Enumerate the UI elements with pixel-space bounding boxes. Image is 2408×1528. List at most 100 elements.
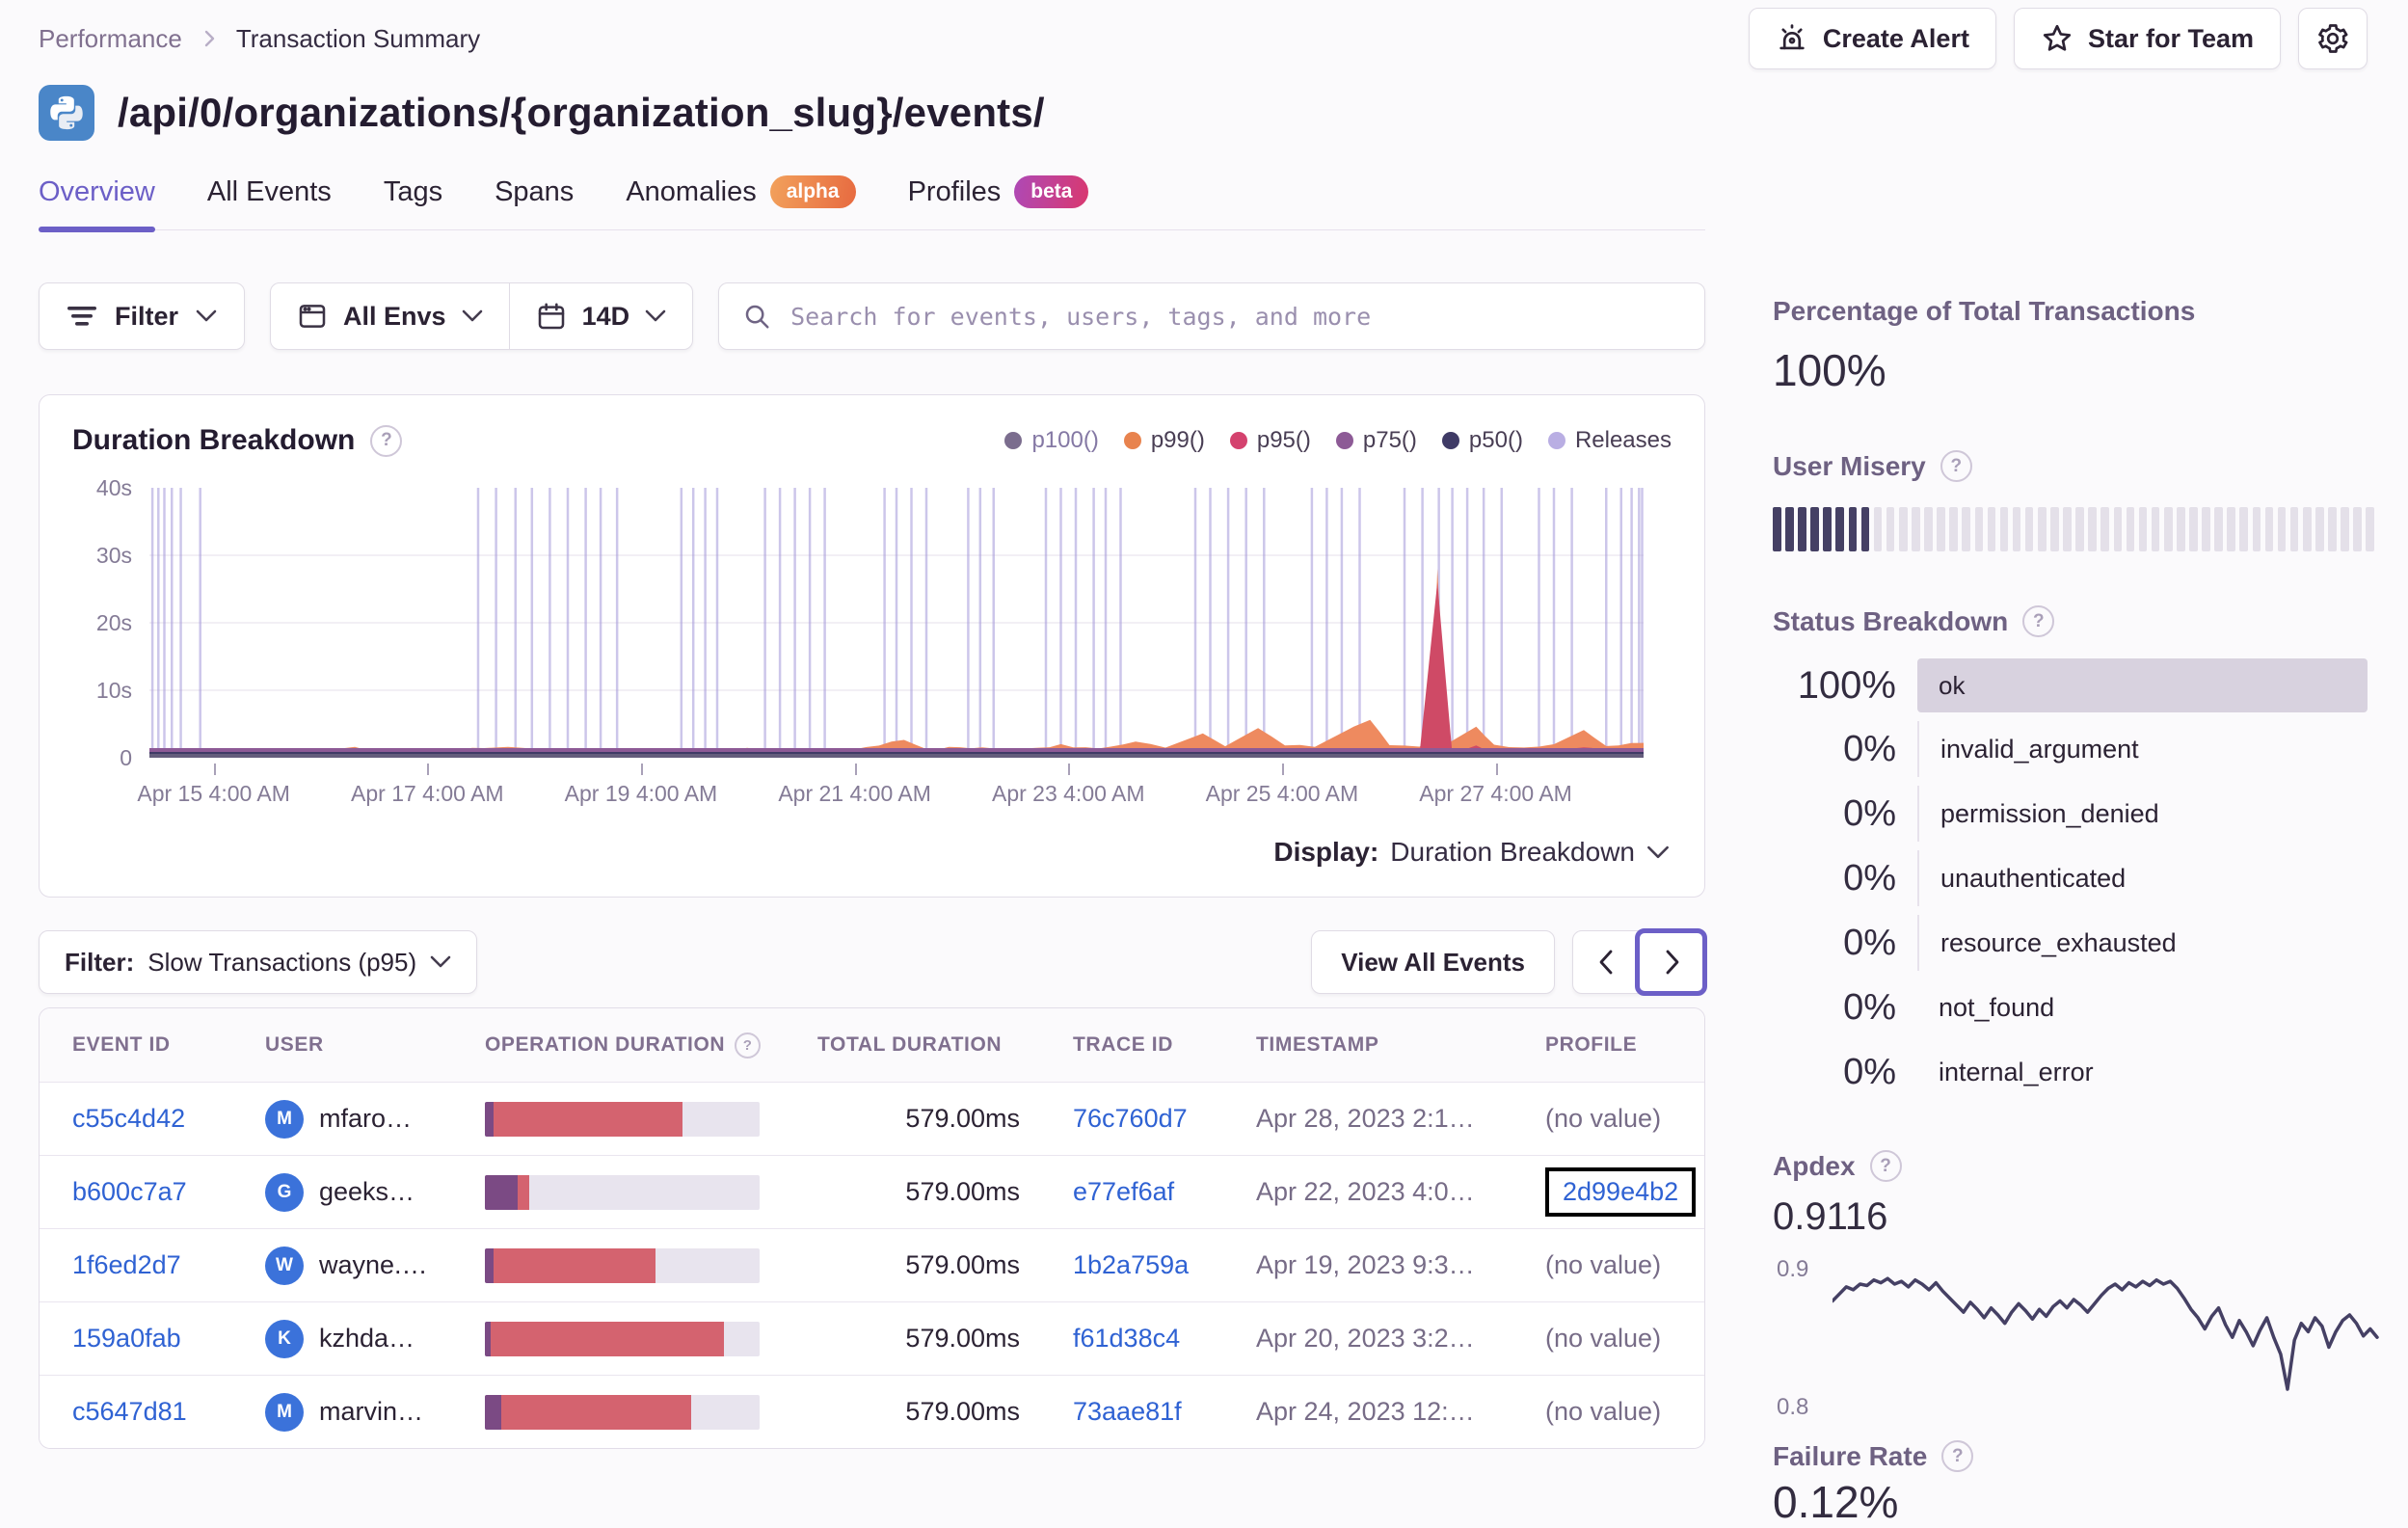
legend-item-p95[interactable]: p95() bbox=[1229, 427, 1311, 454]
tab-profiles[interactable]: Profiles beta bbox=[908, 175, 1089, 229]
legend-item-releases[interactable]: Releases bbox=[1547, 427, 1672, 454]
x-tick-label: Apr 15 4:00 AM bbox=[137, 781, 290, 806]
help-icon[interactable]: ? bbox=[735, 1032, 762, 1059]
timestamp: Apr 28, 2023 2:1… bbox=[1256, 1104, 1475, 1133]
chart-display-row: Display: Duration Breakdown bbox=[40, 814, 1704, 897]
status-percent: 0% bbox=[1843, 1051, 1896, 1092]
misery-tick bbox=[1823, 507, 1832, 551]
filters-row: Filter All Envs 14D Search for events, u… bbox=[39, 282, 1705, 350]
legend-item-p100[interactable]: p100() bbox=[1004, 427, 1099, 454]
x-tick-label: Apr 25 4:00 AM bbox=[1205, 781, 1359, 806]
pagination bbox=[1572, 928, 1707, 996]
misery-tick bbox=[2088, 507, 2097, 551]
table-row: c55c4d42 Mmfaro… 579.00ms 76c760d7 Apr 28, 2… bbox=[40, 1082, 1704, 1155]
misery-tick bbox=[2315, 507, 2324, 551]
star-icon bbox=[2041, 22, 2074, 55]
profile-cell: (no value) bbox=[1545, 1397, 1672, 1427]
previous-page-button[interactable] bbox=[1573, 931, 1639, 993]
operation-duration-bar bbox=[485, 1321, 760, 1356]
next-page-button[interactable] bbox=[1635, 928, 1707, 996]
event-id-link[interactable]: c55c4d42 bbox=[72, 1104, 185, 1133]
profile-cell: (no value) bbox=[1545, 1104, 1672, 1134]
legend-item-p50[interactable]: p50() bbox=[1441, 427, 1523, 454]
apdex-heading: Apdex ? bbox=[1773, 1150, 2368, 1182]
user-cell: Ggeeks… bbox=[265, 1172, 485, 1212]
create-alert-label: Create Alert bbox=[1822, 23, 1969, 53]
column-header-label: TIMESTAMP bbox=[1256, 1033, 1379, 1056]
avatar: G bbox=[265, 1172, 304, 1212]
x-axis-labels: Apr 15 4:00 AM Apr 17 4:00 AM Apr 19 4:00 … bbox=[137, 764, 1644, 812]
misery-tick bbox=[2113, 507, 2123, 551]
settings-button[interactable] bbox=[2298, 8, 2368, 69]
y-tick-label: 30s bbox=[95, 543, 132, 568]
x-tick-mark bbox=[640, 764, 643, 775]
status-breakdown-heading: Status Breakdown ? bbox=[1773, 605, 2368, 637]
x-tick-mark bbox=[854, 764, 857, 775]
status-label: invalid_argument bbox=[1917, 721, 2139, 777]
bar-segment-http bbox=[493, 1247, 656, 1283]
help-icon[interactable]: ? bbox=[1869, 1150, 1902, 1182]
help-icon[interactable]: ? bbox=[2022, 605, 2055, 637]
tab-spans[interactable]: Spans bbox=[495, 175, 574, 229]
environment-dropdown[interactable]: All Envs bbox=[271, 283, 509, 349]
breadcrumb: Performance Transaction Summary bbox=[39, 24, 480, 54]
help-icon[interactable]: ? bbox=[1940, 450, 1972, 482]
timestamp: Apr 19, 2023 9:3… bbox=[1256, 1250, 1475, 1279]
misery-tick bbox=[2163, 507, 2173, 551]
x-tick-mark bbox=[427, 764, 430, 775]
chart-plot-area bbox=[149, 488, 1644, 758]
legend-item-p99[interactable]: p99() bbox=[1123, 427, 1205, 454]
legend-item-p75[interactable]: p75() bbox=[1335, 427, 1417, 454]
status-row-permission_denied: 0% permission_denied bbox=[1773, 786, 2368, 842]
chevron-down-icon bbox=[430, 955, 451, 968]
user-misery-score-bar bbox=[1773, 507, 2374, 551]
tab-tags[interactable]: Tags bbox=[384, 175, 442, 229]
x-tick-mark bbox=[1495, 764, 1498, 775]
x-tick-label: Apr 23 4:00 AM bbox=[991, 781, 1145, 806]
misery-tick bbox=[1924, 507, 1933, 551]
misery-tick bbox=[2138, 507, 2148, 551]
status-label: unauthenticated bbox=[1917, 850, 2126, 906]
view-all-events-button[interactable]: View All Events bbox=[1311, 930, 1555, 994]
help-icon[interactable]: ? bbox=[1941, 1440, 1974, 1472]
event-id-link[interactable]: c5647d81 bbox=[72, 1397, 187, 1426]
beta-badge: beta bbox=[1014, 175, 1089, 208]
trace-id-link[interactable]: 76c760d7 bbox=[1073, 1104, 1188, 1133]
misery-tick bbox=[2214, 507, 2223, 551]
create-alert-button[interactable]: Create Alert bbox=[1748, 8, 1996, 69]
profile-link[interactable]: 2d99e4b2 bbox=[1563, 1177, 1678, 1206]
top-bar: Performance Transaction Summary Create A… bbox=[39, 0, 2368, 69]
search-bar bbox=[718, 282, 1705, 350]
filter-dropdown[interactable]: Filter bbox=[39, 282, 246, 350]
x-tick-label: Apr 21 4:00 AM bbox=[778, 781, 931, 806]
status-row-unauthenticated: 0% unauthenticated bbox=[1773, 850, 2368, 906]
filter-label: Filter bbox=[115, 301, 179, 331]
trace-id-link[interactable]: f61d38c4 bbox=[1073, 1324, 1180, 1353]
profile-no-value: (no value) bbox=[1545, 1397, 1662, 1426]
user-cell: Kkzhda… bbox=[265, 1319, 485, 1358]
display-dropdown[interactable]: Duration Breakdown bbox=[1390, 837, 1670, 868]
event-id-link[interactable]: 159a0fab bbox=[72, 1324, 181, 1353]
misery-tick bbox=[2341, 507, 2349, 551]
legend-dot bbox=[1335, 432, 1353, 449]
help-icon[interactable]: ? bbox=[370, 424, 403, 457]
status-breakdown-label: Status Breakdown bbox=[1773, 605, 2009, 636]
date-range-dropdown[interactable]: 14D bbox=[508, 283, 693, 349]
trace-id-link[interactable]: 1b2a759a bbox=[1073, 1250, 1189, 1279]
status-percent: 100% bbox=[1797, 663, 1896, 707]
events-filter-dropdown[interactable]: Filter: Slow Transactions (p95) bbox=[39, 930, 478, 994]
trace-id-link[interactable]: 73aae81f bbox=[1073, 1397, 1182, 1426]
header-actions: Create Alert Star for Team bbox=[1748, 8, 2368, 69]
profile-no-value: (no value) bbox=[1545, 1250, 1662, 1279]
breadcrumb-performance[interactable]: Performance bbox=[39, 24, 182, 54]
tab-all-events[interactable]: All Events bbox=[207, 175, 332, 229]
search-input[interactable] bbox=[789, 301, 1681, 332]
legend-label: p100() bbox=[1031, 427, 1099, 453]
star-for-team-button[interactable]: Star for Team bbox=[2013, 8, 2281, 69]
bar-segment-http bbox=[501, 1394, 691, 1430]
event-id-link[interactable]: 1f6ed2d7 bbox=[72, 1250, 181, 1279]
trace-id-link[interactable]: e77ef6af bbox=[1073, 1177, 1174, 1206]
event-id-link[interactable]: b600c7a7 bbox=[72, 1177, 187, 1206]
tab-overview[interactable]: Overview bbox=[39, 175, 155, 232]
tab-anomalies[interactable]: Anomalies alpha bbox=[626, 175, 856, 229]
